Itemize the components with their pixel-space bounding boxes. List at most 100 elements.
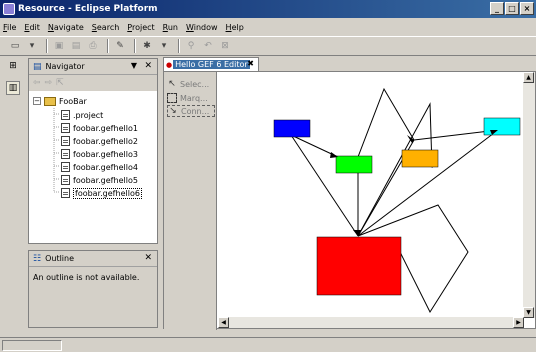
node-blue[interactable]: [273, 119, 311, 138]
vertical-scrollbar[interactable]: ▲ ▼: [523, 72, 535, 318]
search-icon[interactable]: ⚲: [184, 39, 198, 53]
palette-label: Selec...: [180, 79, 210, 89]
save-icon[interactable]: ▣: [52, 39, 66, 53]
navigator-title: Navigator: [45, 62, 85, 71]
node-red[interactable]: [316, 236, 402, 296]
editor-tab-title: Hello GEF 6 Editor: [173, 60, 250, 69]
shortcut-bar: ⊞ ▥: [0, 57, 26, 339]
view-menu-icon[interactable]: ▼: [131, 61, 137, 70]
arrowhead: [330, 152, 338, 158]
horizontal-scrollbar[interactable]: ◀ ▶: [218, 317, 524, 328]
outline-header: ☷ Outline ✕: [29, 251, 157, 267]
toolbar-separator: [134, 39, 136, 53]
tree-item-file[interactable]: foobar.gefhello4: [61, 161, 138, 173]
save-all-icon[interactable]: ▤: [69, 39, 83, 53]
palette-selection-tool[interactable]: ↖ Selec...: [167, 78, 215, 90]
palette-label: Conn...: [181, 106, 210, 116]
gef-editor: ● Hello GEF 6 Editor ✖ ↖ Selec... Marq..…: [163, 57, 536, 330]
close-button[interactable]: ×: [520, 2, 534, 15]
scroll-left-icon[interactable]: ◀: [218, 317, 229, 328]
outline-view: ☷ Outline ✕ An outline is not available.: [28, 250, 158, 328]
tree-item-label: foobar.gefhello5: [73, 175, 138, 185]
up-folder-icon[interactable]: ⇱: [56, 78, 64, 88]
menu-window[interactable]: Window: [186, 23, 218, 32]
maximize-button[interactable]: □: [505, 2, 519, 15]
run-dropdown-icon[interactable]: ▾: [157, 39, 171, 53]
tree-item-label: foobar.gefhello6: [73, 187, 142, 199]
menu-edit[interactable]: Edit: [24, 23, 40, 32]
forward-icon[interactable]: ⊠: [218, 39, 232, 53]
scroll-up-icon[interactable]: ▲: [523, 72, 534, 83]
connection-line: [357, 129, 499, 237]
connection-icon: ↘: [169, 106, 177, 116]
outline-message: An outline is not available.: [33, 273, 140, 282]
palette-connection-tool[interactable]: ↘ Conn...: [167, 105, 215, 117]
diagram-canvas[interactable]: [218, 72, 524, 318]
tree-item-file[interactable]: foobar.gefhello3: [61, 148, 138, 160]
tree-connector-lines: [53, 108, 60, 193]
close-navigator-icon[interactable]: ✕: [144, 61, 152, 71]
eclipse-app-icon: [3, 3, 15, 15]
status-bar: [0, 337, 536, 352]
tree-item-file[interactable]: foobar.gefhello5: [61, 174, 138, 186]
tree-item-file[interactable]: foobar.gefhello1: [61, 122, 138, 134]
outline-icon: ☷: [33, 253, 42, 264]
minimize-button[interactable]: _: [490, 2, 504, 15]
tree-item-label: .project: [73, 110, 104, 120]
status-cell: [2, 340, 62, 351]
main-toolbar: ▭ ▾ ▣ ▤ ⎙ ✎ ✱ ▾ ⚲ ↶ ⊠: [0, 36, 536, 56]
menu-search[interactable]: Search: [92, 23, 119, 32]
menu-help[interactable]: Help: [226, 23, 244, 32]
scroll-down-icon[interactable]: ▼: [523, 307, 534, 318]
menu-bar: File Edit Navigate Search Project Run Wi…: [0, 19, 536, 35]
open-perspective-icon[interactable]: ⊞: [6, 59, 20, 73]
title-bar: Resource - Eclipse Platform _ □ ×: [0, 0, 536, 18]
close-editor-icon[interactable]: ✖: [247, 59, 254, 68]
arrow-cursor-icon: ↖: [168, 79, 176, 89]
menu-run[interactable]: Run: [163, 23, 178, 32]
window-title: Resource - Eclipse Platform: [18, 4, 158, 14]
scroll-right-icon[interactable]: ▶: [513, 317, 524, 328]
editor-file-icon: ●: [166, 60, 173, 69]
forward-arrow-icon[interactable]: ⇨: [45, 78, 53, 88]
window-controls: _ □ ×: [490, 2, 534, 15]
editor-body: ↖ Selec... Marq... ↘ Conn... ▲ ▼ ◀ ▶: [163, 71, 536, 330]
diagram-svg: [273, 87, 521, 314]
tree-item-label: foobar.gefhello1: [73, 123, 138, 133]
edit-icon[interactable]: ✎: [113, 39, 127, 53]
tree-item-file-selected[interactable]: foobar.gefhello6: [61, 187, 142, 199]
palette-marquee-tool[interactable]: Marq...: [167, 92, 215, 104]
tree-item-label: foobar.gefhello2: [73, 136, 138, 146]
node-green[interactable]: [335, 155, 373, 174]
back-arrow-icon[interactable]: ⇦: [33, 78, 41, 88]
tree-item-file[interactable]: foobar.gefhello2: [61, 135, 138, 147]
toolbar-separator: [107, 39, 109, 53]
marquee-icon: [167, 93, 177, 103]
menu-file[interactable]: File: [3, 23, 16, 32]
navigator-icon: ▤: [33, 61, 42, 72]
menu-project[interactable]: Project: [127, 23, 154, 32]
run-icon[interactable]: ✱: [140, 39, 154, 53]
back-icon[interactable]: ↶: [201, 39, 215, 53]
editor-tab[interactable]: ● Hello GEF 6 Editor ✖: [163, 57, 259, 71]
navigator-tree: − FooBar .project foobar.gefhello1 fooba…: [29, 92, 157, 243]
navigator-toolbar: ⇦ ⇨ ⇱: [29, 75, 157, 91]
close-outline-icon[interactable]: ✕: [144, 253, 152, 263]
tool-palette: ↖ Selec... Marq... ↘ Conn...: [164, 72, 217, 330]
dropdown-arrow-icon[interactable]: ▾: [25, 39, 39, 53]
tree-item-label: foobar.gefhello4: [73, 162, 138, 172]
palette-label: Marq...: [180, 93, 208, 103]
new-wizard-icon[interactable]: ▭: [8, 39, 22, 53]
navigator-view: ▤ Navigator ▼ ✕ ⇦ ⇨ ⇱ − FooBar .project …: [28, 58, 158, 244]
toolbar-separator: [178, 39, 180, 53]
toolbar-separator: [46, 39, 48, 53]
arrowheads: [330, 130, 498, 236]
menu-navigate[interactable]: Navigate: [48, 23, 84, 32]
resource-perspective-icon[interactable]: ▥: [6, 81, 20, 95]
node-orange[interactable]: [401, 149, 439, 168]
node-cyan[interactable]: [483, 117, 521, 136]
print-icon[interactable]: ⎙: [86, 39, 100, 53]
eclipse-window: Resource - Eclipse Platform _ □ × File E…: [0, 0, 536, 352]
tree-item-label: foobar.gefhello3: [73, 149, 138, 159]
outline-title: Outline: [45, 254, 75, 263]
